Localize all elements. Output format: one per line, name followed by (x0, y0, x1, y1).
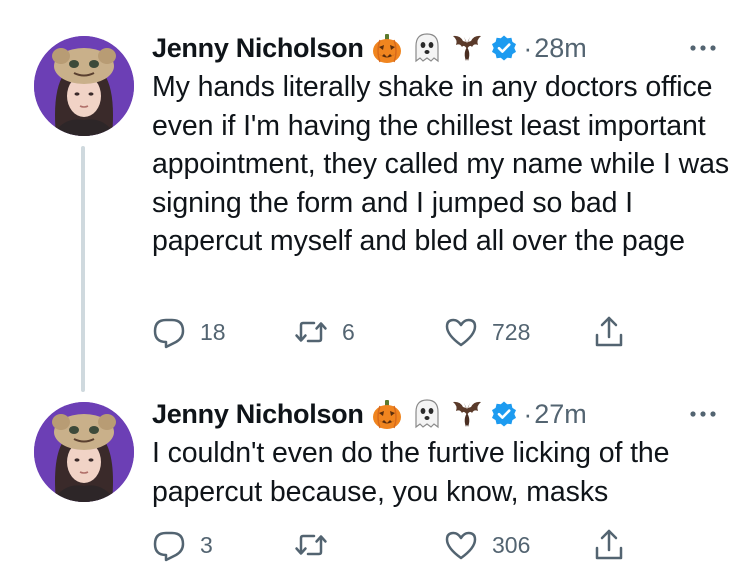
retweet-count: 6 (342, 318, 355, 345)
thread-connector-line (81, 146, 85, 392)
more-options-icon[interactable] (686, 38, 720, 58)
bat-icon (450, 397, 484, 431)
separator-dot: · (523, 32, 533, 63)
thread: Jenny Nicholson · 28m My hands literally… (0, 0, 750, 580)
tweet-text: I couldn't even do the furtive licking o… (152, 437, 670, 508)
reply-count: 3 (200, 531, 213, 558)
tweet[interactable]: Jenny Nicholson (0, 380, 750, 580)
verified-badge-icon[interactable] (490, 400, 518, 428)
retweet-icon (294, 528, 328, 562)
verified-badge-icon[interactable] (490, 34, 518, 62)
separator-dot: · (523, 398, 533, 429)
like-count: 728 (492, 318, 531, 345)
share-button[interactable] (592, 312, 626, 352)
like-count: 306 (492, 531, 531, 558)
share-button[interactable] (592, 525, 626, 565)
reply-button[interactable]: 18 (152, 312, 226, 352)
tweet-header: Jenny Nicholson (152, 394, 587, 434)
reply-icon (152, 315, 186, 349)
share-icon (592, 315, 626, 349)
jack-o-lantern-icon (370, 397, 404, 431)
more-options-icon[interactable] (686, 404, 720, 424)
avatar[interactable] (34, 402, 134, 502)
reply-icon (152, 528, 186, 562)
display-name[interactable]: Jenny Nicholson (152, 33, 364, 64)
heart-icon (444, 315, 478, 349)
ghost-icon (410, 31, 444, 65)
reply-button[interactable]: 3 (152, 525, 213, 565)
tweet-actions: 3 306 (152, 525, 672, 565)
bat-icon (450, 31, 484, 65)
retweet-button[interactable]: 6 (294, 312, 355, 352)
heart-icon (444, 528, 478, 562)
tweet-text: My hands literally shake in any doctors … (152, 71, 729, 257)
avatar[interactable] (34, 36, 134, 136)
jack-o-lantern-icon (370, 31, 404, 65)
ghost-icon (410, 397, 444, 431)
retweet-icon (294, 315, 328, 349)
like-button[interactable]: 728 (444, 312, 530, 352)
tweet-header: Jenny Nicholson (152, 28, 587, 68)
display-name[interactable]: Jenny Nicholson (152, 399, 364, 430)
timestamp[interactable]: 27m (534, 399, 587, 430)
reply-count: 18 (200, 318, 226, 345)
retweet-button[interactable] (294, 525, 342, 565)
share-icon (592, 528, 626, 562)
tweet-actions: 18 6 728 (152, 312, 672, 352)
tweet[interactable]: Jenny Nicholson (0, 0, 750, 392)
like-button[interactable]: 306 (444, 525, 530, 565)
timestamp[interactable]: 28m (534, 33, 587, 64)
